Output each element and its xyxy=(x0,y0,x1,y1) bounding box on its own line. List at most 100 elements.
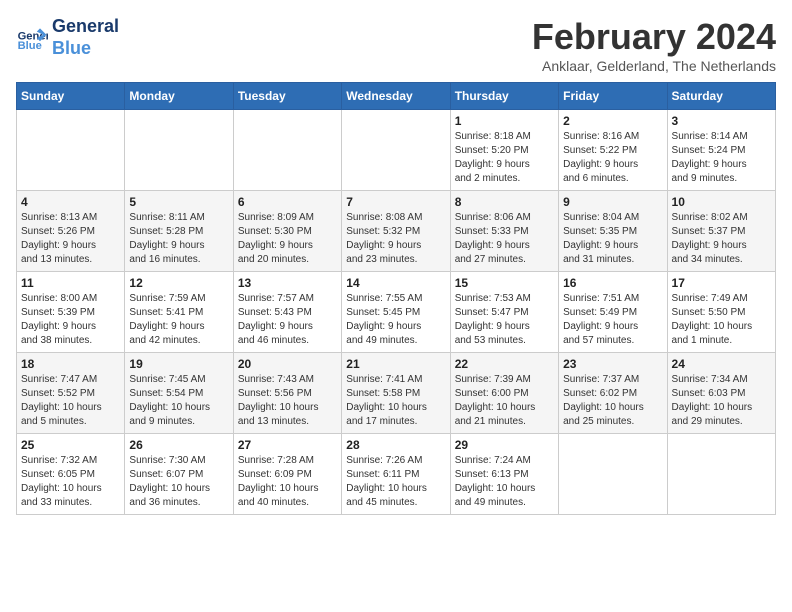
calendar-cell xyxy=(17,110,125,191)
calendar-table: SundayMondayTuesdayWednesdayThursdayFrid… xyxy=(16,82,776,515)
day-number: 5 xyxy=(129,195,228,209)
logo-icon: General Blue xyxy=(16,22,48,54)
week-row-3: 11 Sunrise: 8:00 AM Sunset: 5:39 PM Dayli… xyxy=(17,272,776,353)
logo: General Blue General Blue xyxy=(16,16,119,59)
day-info: Sunrise: 7:59 AM Sunset: 5:41 PM Dayligh… xyxy=(129,292,228,348)
calendar-cell: 13Sunrise: 7:57 AM Sunset: 5:43 PM Dayli… xyxy=(233,272,341,353)
day-number: 4 xyxy=(21,195,120,209)
day-info: Sunrise: 7:39 AM Sunset: 6:00 PM Dayligh… xyxy=(455,373,554,429)
day-info: Sunrise: 7:32 AM Sunset: 6:05 PM Dayligh… xyxy=(21,454,120,510)
day-number: 2 xyxy=(563,114,662,128)
day-info: Sunrise: 8:13 AM Sunset: 5:26 PM Dayligh… xyxy=(21,211,120,267)
calendar-cell: 14 Sunrise: 7:55 AM Sunset: 5:45 PM Dayli… xyxy=(342,272,450,353)
calendar-title: February 2024 xyxy=(532,16,776,58)
calendar-subtitle: Anklaar, Gelderland, The Netherlands xyxy=(532,58,776,74)
day-number: 24 xyxy=(672,357,771,371)
day-number: 25 xyxy=(21,438,120,452)
day-number: 20 xyxy=(238,357,337,371)
day-info: Sunrise: 7:53 AM Sunset: 5:47 PM Dayligh… xyxy=(455,292,554,348)
day-number: 23 xyxy=(563,357,662,371)
day-number: 21 xyxy=(346,357,445,371)
week-row-2: 4 Sunrise: 8:13 AM Sunset: 5:26 PM Daylig… xyxy=(17,191,776,272)
calendar-cell: 27 Sunrise: 7:28 AM Sunset: 6:09 PM Dayli… xyxy=(233,434,341,515)
day-info: Sunrise: 8:14 AM Sunset: 5:24 PM Dayligh… xyxy=(672,130,771,186)
day-number: 29 xyxy=(455,438,554,452)
day-info: Sunrise: 8:18 AM Sunset: 5:20 PM Dayligh… xyxy=(455,130,554,186)
day-number: 17 xyxy=(672,276,771,290)
day-info: Sunrise: 7:51 AM Sunset: 5:49 PM Dayligh… xyxy=(563,292,662,348)
day-info: Sunrise: 8:16 AM Sunset: 5:22 PM Dayligh… xyxy=(563,130,662,186)
calendar-cell: 17Sunrise: 7:49 AM Sunset: 5:50 PM Dayli… xyxy=(667,272,775,353)
day-info: Sunrise: 7:28 AM Sunset: 6:09 PM Dayligh… xyxy=(238,454,337,510)
week-row-4: 18 Sunrise: 7:47 AM Sunset: 5:52 PM Dayli… xyxy=(17,353,776,434)
day-info: Sunrise: 7:45 AM Sunset: 5:54 PM Dayligh… xyxy=(129,373,228,429)
day-number: 12 xyxy=(129,276,228,290)
calendar-cell xyxy=(125,110,233,191)
day-number: 10 xyxy=(672,195,771,209)
calendar-cell: 28 Sunrise: 7:26 AM Sunset: 6:11 PM Dayli… xyxy=(342,434,450,515)
calendar-cell: 1 Sunrise: 8:18 AM Sunset: 5:20 PM Daylig… xyxy=(450,110,558,191)
calendar-cell: 7Sunrise: 8:08 AM Sunset: 5:32 PM Daylig… xyxy=(342,191,450,272)
day-number: 15 xyxy=(455,276,554,290)
calendar-cell: 29 Sunrise: 7:24 AM Sunset: 6:13 PM Dayli… xyxy=(450,434,558,515)
day-number: 13 xyxy=(238,276,337,290)
day-info: Sunrise: 7:26 AM Sunset: 6:11 PM Dayligh… xyxy=(346,454,445,510)
day-number: 9 xyxy=(563,195,662,209)
logo-text-blue: Blue xyxy=(52,38,119,60)
calendar-cell xyxy=(667,434,775,515)
day-info: Sunrise: 8:06 AM Sunset: 5:33 PM Dayligh… xyxy=(455,211,554,267)
day-number: 27 xyxy=(238,438,337,452)
day-info: Sunrise: 8:11 AM Sunset: 5:28 PM Dayligh… xyxy=(129,211,228,267)
day-info: Sunrise: 8:08 AM Sunset: 5:32 PM Dayligh… xyxy=(346,211,445,267)
day-number: 11 xyxy=(21,276,120,290)
weekday-header-saturday: Saturday xyxy=(667,83,775,110)
calendar-cell: 22Sunrise: 7:39 AM Sunset: 6:00 PM Dayli… xyxy=(450,353,558,434)
day-info: Sunrise: 7:55 AM Sunset: 5:45 PM Dayligh… xyxy=(346,292,445,348)
calendar-cell xyxy=(559,434,667,515)
calendar-cell: 19 Sunrise: 7:45 AM Sunset: 5:54 PM Dayli… xyxy=(125,353,233,434)
day-info: Sunrise: 7:47 AM Sunset: 5:52 PM Dayligh… xyxy=(21,373,120,429)
day-info: Sunrise: 8:04 AM Sunset: 5:35 PM Dayligh… xyxy=(563,211,662,267)
calendar-cell: 6Sunrise: 8:09 AM Sunset: 5:30 PM Daylig… xyxy=(233,191,341,272)
day-number: 1 xyxy=(455,114,554,128)
day-number: 19 xyxy=(129,357,228,371)
calendar-cell: 8 Sunrise: 8:06 AM Sunset: 5:33 PM Daylig… xyxy=(450,191,558,272)
day-info: Sunrise: 7:34 AM Sunset: 6:03 PM Dayligh… xyxy=(672,373,771,429)
calendar-cell: 21 Sunrise: 7:41 AM Sunset: 5:58 PM Dayli… xyxy=(342,353,450,434)
calendar-cell: 25 Sunrise: 7:32 AM Sunset: 6:05 PM Dayli… xyxy=(17,434,125,515)
calendar-cell: 18 Sunrise: 7:47 AM Sunset: 5:52 PM Dayli… xyxy=(17,353,125,434)
calendar-cell: 5 Sunrise: 8:11 AM Sunset: 5:28 PM Daylig… xyxy=(125,191,233,272)
weekday-header-friday: Friday xyxy=(559,83,667,110)
day-info: Sunrise: 8:09 AM Sunset: 5:30 PM Dayligh… xyxy=(238,211,337,267)
day-number: 3 xyxy=(672,114,771,128)
weekday-header-tuesday: Tuesday xyxy=(233,83,341,110)
day-number: 18 xyxy=(21,357,120,371)
day-number: 14 xyxy=(346,276,445,290)
logo-text-general: General xyxy=(52,16,119,38)
page-header: General Blue General Blue February 2024 … xyxy=(16,16,776,74)
svg-text:Blue: Blue xyxy=(18,40,42,52)
day-number: 26 xyxy=(129,438,228,452)
day-info: Sunrise: 7:43 AM Sunset: 5:56 PM Dayligh… xyxy=(238,373,337,429)
calendar-cell: 26Sunrise: 7:30 AM Sunset: 6:07 PM Dayli… xyxy=(125,434,233,515)
calendar-cell: 16 Sunrise: 7:51 AM Sunset: 5:49 PM Dayli… xyxy=(559,272,667,353)
week-row-1: 1 Sunrise: 8:18 AM Sunset: 5:20 PM Daylig… xyxy=(17,110,776,191)
calendar-cell: 15 Sunrise: 7:53 AM Sunset: 5:47 PM Dayli… xyxy=(450,272,558,353)
day-number: 16 xyxy=(563,276,662,290)
day-number: 28 xyxy=(346,438,445,452)
title-area: February 2024 Anklaar, Gelderland, The N… xyxy=(532,16,776,74)
day-info: Sunrise: 8:02 AM Sunset: 5:37 PM Dayligh… xyxy=(672,211,771,267)
calendar-cell: 2 Sunrise: 8:16 AM Sunset: 5:22 PM Daylig… xyxy=(559,110,667,191)
calendar-cell: 10 Sunrise: 8:02 AM Sunset: 5:37 PM Dayli… xyxy=(667,191,775,272)
calendar-cell: 23Sunrise: 7:37 AM Sunset: 6:02 PM Dayli… xyxy=(559,353,667,434)
week-row-5: 25 Sunrise: 7:32 AM Sunset: 6:05 PM Dayli… xyxy=(17,434,776,515)
calendar-cell: 9 Sunrise: 8:04 AM Sunset: 5:35 PM Daylig… xyxy=(559,191,667,272)
day-info: Sunrise: 7:24 AM Sunset: 6:13 PM Dayligh… xyxy=(455,454,554,510)
weekday-header-sunday: Sunday xyxy=(17,83,125,110)
day-number: 8 xyxy=(455,195,554,209)
weekday-header-monday: Monday xyxy=(125,83,233,110)
day-info: Sunrise: 8:00 AM Sunset: 5:39 PM Dayligh… xyxy=(21,292,120,348)
day-info: Sunrise: 7:41 AM Sunset: 5:58 PM Dayligh… xyxy=(346,373,445,429)
calendar-cell: 4 Sunrise: 8:13 AM Sunset: 5:26 PM Daylig… xyxy=(17,191,125,272)
weekday-header-thursday: Thursday xyxy=(450,83,558,110)
